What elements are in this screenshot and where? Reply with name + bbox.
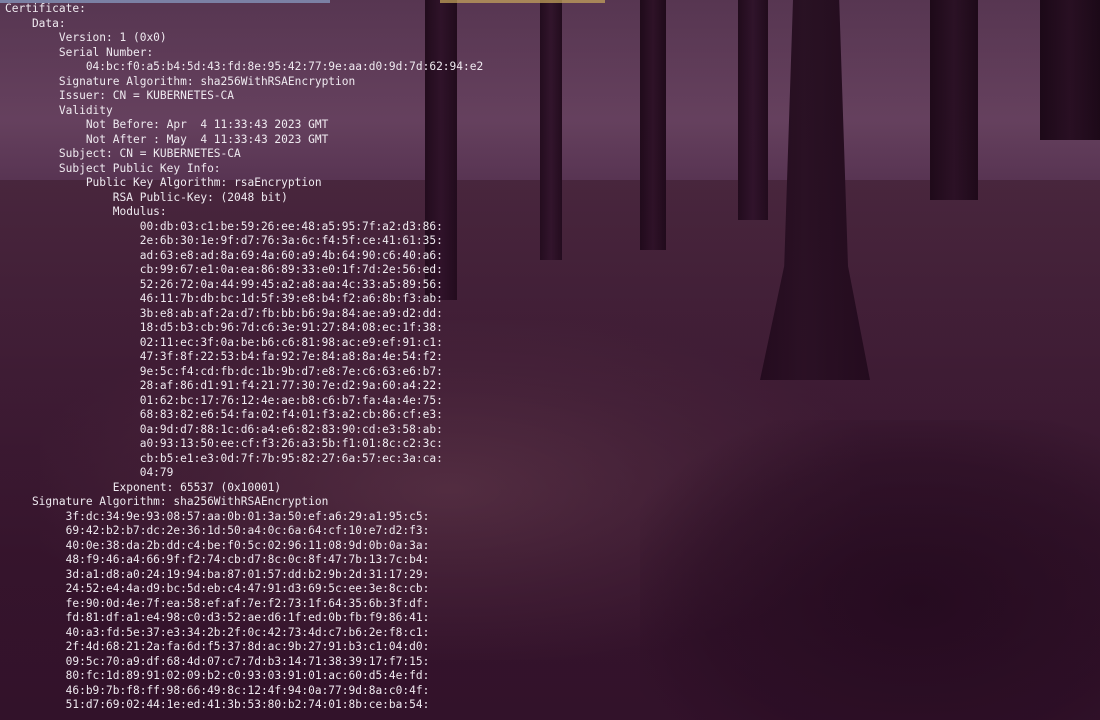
terminal-line: Modulus: [5, 205, 167, 218]
terminal-line: 0a:9d:d7:88:1c:d6:a4:e6:82:83:90:cd:e3:5… [5, 422, 443, 436]
terminal-line: fd:81:df:a1:e4:98:c0:d3:52:ae:d6:1f:ed:0… [5, 611, 430, 624]
terminal-line: 2f:4d:68:21:2a:fa:6d:f5:37:8d:ac:9b:27:9… [5, 640, 430, 653]
terminal-line: 02:11:ec:3f:0a:be:b6:c6:81:98:ac:e9:ef:9… [5, 335, 443, 349]
terminal-line: Serial Number: [5, 45, 154, 59]
terminal-line: cb:99:67:e1:0a:ea:86:89:33:e0:1f:7d:2e:5… [5, 263, 443, 276]
terminal-line: Version: 1 (0x0) [5, 31, 167, 44]
terminal-line: 28:af:86:d1:91:f4:21:77:30:7e:d2:9a:60:a… [5, 379, 443, 392]
terminal-line: Subject: CN = KUBERNETES-CA [5, 147, 241, 160]
terminal-line: 04:79 [5, 466, 174, 479]
terminal-line: 47:3f:8f:22:53:b4:fa:92:7e:84:a8:8a:4e:5… [5, 350, 443, 363]
terminal-line: 9e:5c:f4:cd:fb:dc:1b:9b:d7:e8:7e:c6:63:e… [5, 364, 443, 378]
terminal-line: 3f:dc:34:9e:93:08:57:aa:0b:01:3a:50:ef:a… [5, 509, 430, 523]
terminal-line: 80:fc:1d:89:91:02:09:b2:c0:93:03:91:01:a… [5, 669, 430, 682]
terminal-line: ad:63:e8:ad:8a:69:4a:60:a9:4b:64:90:c6:4… [5, 248, 443, 262]
terminal-line: 52:26:72:0a:44:99:45:a2:a8:aa:4c:33:a5:8… [5, 277, 443, 291]
terminal-line: Subject Public Key Info: [5, 161, 221, 175]
terminal-line: 00:db:03:c1:be:59:26:ee:48:a5:95:7f:a2:d… [5, 219, 443, 233]
terminal-line: Signature Algorithm: sha256WithRSAEncryp… [5, 495, 329, 508]
terminal-line: 3b:e8:ab:af:2a:d7:fb:bb:b6:9a:84:ae:a9:d… [5, 306, 443, 320]
terminal-line: Certificate: [5, 2, 86, 15]
terminal-line: Signature Algorithm: sha256WithRSAEncryp… [5, 74, 356, 88]
terminal-line: 24:52:e4:4a:d9:bc:5d:eb:c4:47:91:d3:69:5… [5, 582, 430, 595]
terminal-line: 48:f9:46:a4:66:9f:f2:74:cb:d7:8c:0c:8f:4… [5, 553, 430, 566]
terminal-line: 2e:6b:30:1e:9f:d7:76:3a:6c:f4:5f:ce:41:6… [5, 234, 443, 247]
terminal-line: 40:0e:38:da:2b:dd:c4:be:f0:5c:02:96:11:0… [5, 538, 430, 552]
terminal-line: 3d:a1:d8:a0:24:19:94:ba:87:01:57:dd:b2:9… [5, 567, 430, 581]
terminal-line: 46:11:7b:db:bc:1d:5f:39:e8:b4:f2:a6:8b:f… [5, 292, 443, 305]
terminal-line: fe:90:0d:4e:7f:ea:58:ef:af:7e:f2:73:1f:6… [5, 596, 430, 610]
terminal-line: 04:bc:f0:a5:b4:5d:43:fd:8e:95:42:77:9e:a… [5, 60, 484, 73]
terminal-line: Issuer: CN = KUBERNETES-CA [5, 89, 235, 102]
terminal-line: 46:b9:7b:f8:ff:98:66:49:8c:12:4f:94:0a:7… [5, 683, 430, 697]
terminal-line: RSA Public-Key: (2048 bit) [5, 190, 288, 204]
terminal-line: 40:a3:fd:5e:37:e3:34:2b:2f:0c:42:73:4d:c… [5, 625, 430, 639]
terminal-line: 09:5c:70:a9:df:68:4d:07:c7:7d:b3:14:71:3… [5, 654, 430, 668]
terminal-line: a0:93:13:50:ee:cf:f3:26:a3:5b:f1:01:8c:c… [5, 437, 443, 450]
terminal-line: Not Before: Apr 4 11:33:43 2023 GMT [5, 118, 329, 131]
terminal-line: 18:d5:b3:cb:96:7d:c6:3e:91:27:84:08:ec:1… [5, 321, 443, 334]
terminal-line: 68:83:82:e6:54:fa:02:f4:01:f3:a2:cb:86:c… [5, 408, 443, 421]
terminal-line: Exponent: 65537 (0x10001) [5, 480, 282, 494]
terminal-line: 01:62:bc:17:76:12:4e:ae:b8:c6:b7:fa:4a:4… [5, 393, 443, 407]
terminal-line: Not After : May 4 11:33:43 2023 GMT [5, 132, 329, 146]
terminal-line: Validity [5, 103, 113, 117]
terminal-line: cb:b5:e1:e3:0d:7f:7b:95:82:27:6a:57:ec:3… [5, 451, 443, 465]
terminal-line: Public Key Algorithm: rsaEncryption [5, 176, 322, 189]
terminal-output[interactable]: Certificate: Data: Version: 1 (0x0) Seri… [0, 0, 1100, 720]
terminal-line: 69:42:b2:b7:dc:2e:36:1d:50:a4:0c:6a:64:c… [5, 524, 430, 537]
terminal-line: Data: [5, 16, 66, 30]
terminal-line: 51:d7:69:02:44:1e:ed:41:3b:53:80:b2:74:0… [5, 698, 430, 711]
